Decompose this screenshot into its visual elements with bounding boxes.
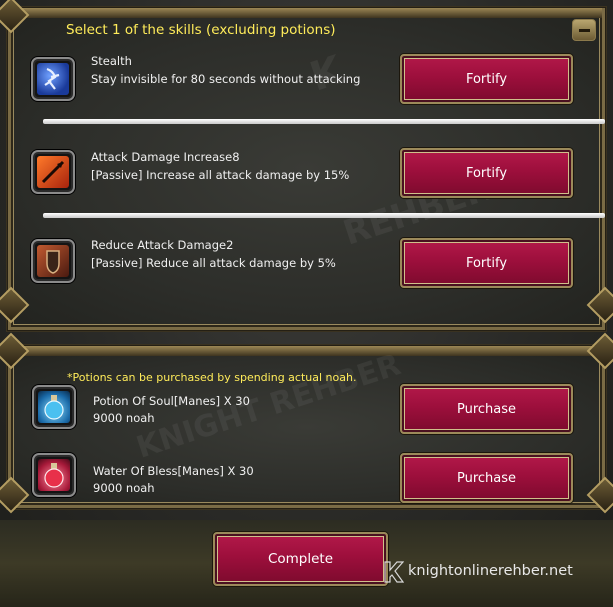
panel-frame-top: [11, 8, 602, 18]
purchase-button-water-of-bless[interactable]: Purchase: [400, 453, 573, 503]
skill-description: [Passive] Reduce all attack damage by 5%: [91, 256, 336, 270]
potion-name: Potion Of Soul[Manes] X 30: [93, 394, 250, 408]
attack-damage-skill-icon: [31, 150, 75, 194]
minimize-button[interactable]: [572, 19, 596, 41]
skill-name: Reduce Attack Damage2: [91, 238, 234, 252]
potions-panel: KNIGHT REHBER *Potions can be purchased …: [7, 345, 606, 509]
skills-panel-title: Select 1 of the skills (excluding potion…: [66, 22, 336, 38]
potion-name: Water Of Bless[Manes] X 30: [93, 464, 254, 478]
skill-name: Attack Damage Increase8: [91, 150, 240, 164]
potions-panel-note: *Potions can be purchased by spending ac…: [67, 371, 357, 384]
blue-potion-icon: [32, 385, 76, 429]
watermark-site-text: knightonlinerehber.net: [408, 563, 573, 579]
fortify-button-stealth[interactable]: Fortify: [400, 54, 573, 104]
skill-description: [Passive] Increase all attack damage by …: [91, 168, 350, 182]
potion-price: 9000 noah: [93, 481, 155, 495]
stealth-skill-icon: [31, 57, 75, 101]
complete-button[interactable]: Complete: [213, 532, 388, 586]
row-divider: [43, 213, 605, 218]
skill-description: Stay invisible for 80 seconds without at…: [91, 72, 361, 86]
watermark-k-icon: [384, 561, 404, 583]
panel-frame-top: [11, 346, 602, 356]
minimize-icon: [578, 28, 590, 32]
fortify-button-reduce-damage[interactable]: Fortify: [400, 238, 573, 288]
red-potion-icon: [32, 453, 76, 497]
potion-price: 9000 noah: [93, 411, 155, 425]
row-divider: [43, 119, 605, 124]
skill-name: Stealth: [91, 54, 132, 68]
reduce-damage-skill-icon: [31, 239, 75, 283]
purchase-button-potion-of-soul[interactable]: Purchase: [400, 384, 573, 434]
fortify-button-attack-damage[interactable]: Fortify: [400, 148, 573, 198]
skills-panel: K REHBER Select 1 of the skills (excludi…: [7, 7, 606, 331]
